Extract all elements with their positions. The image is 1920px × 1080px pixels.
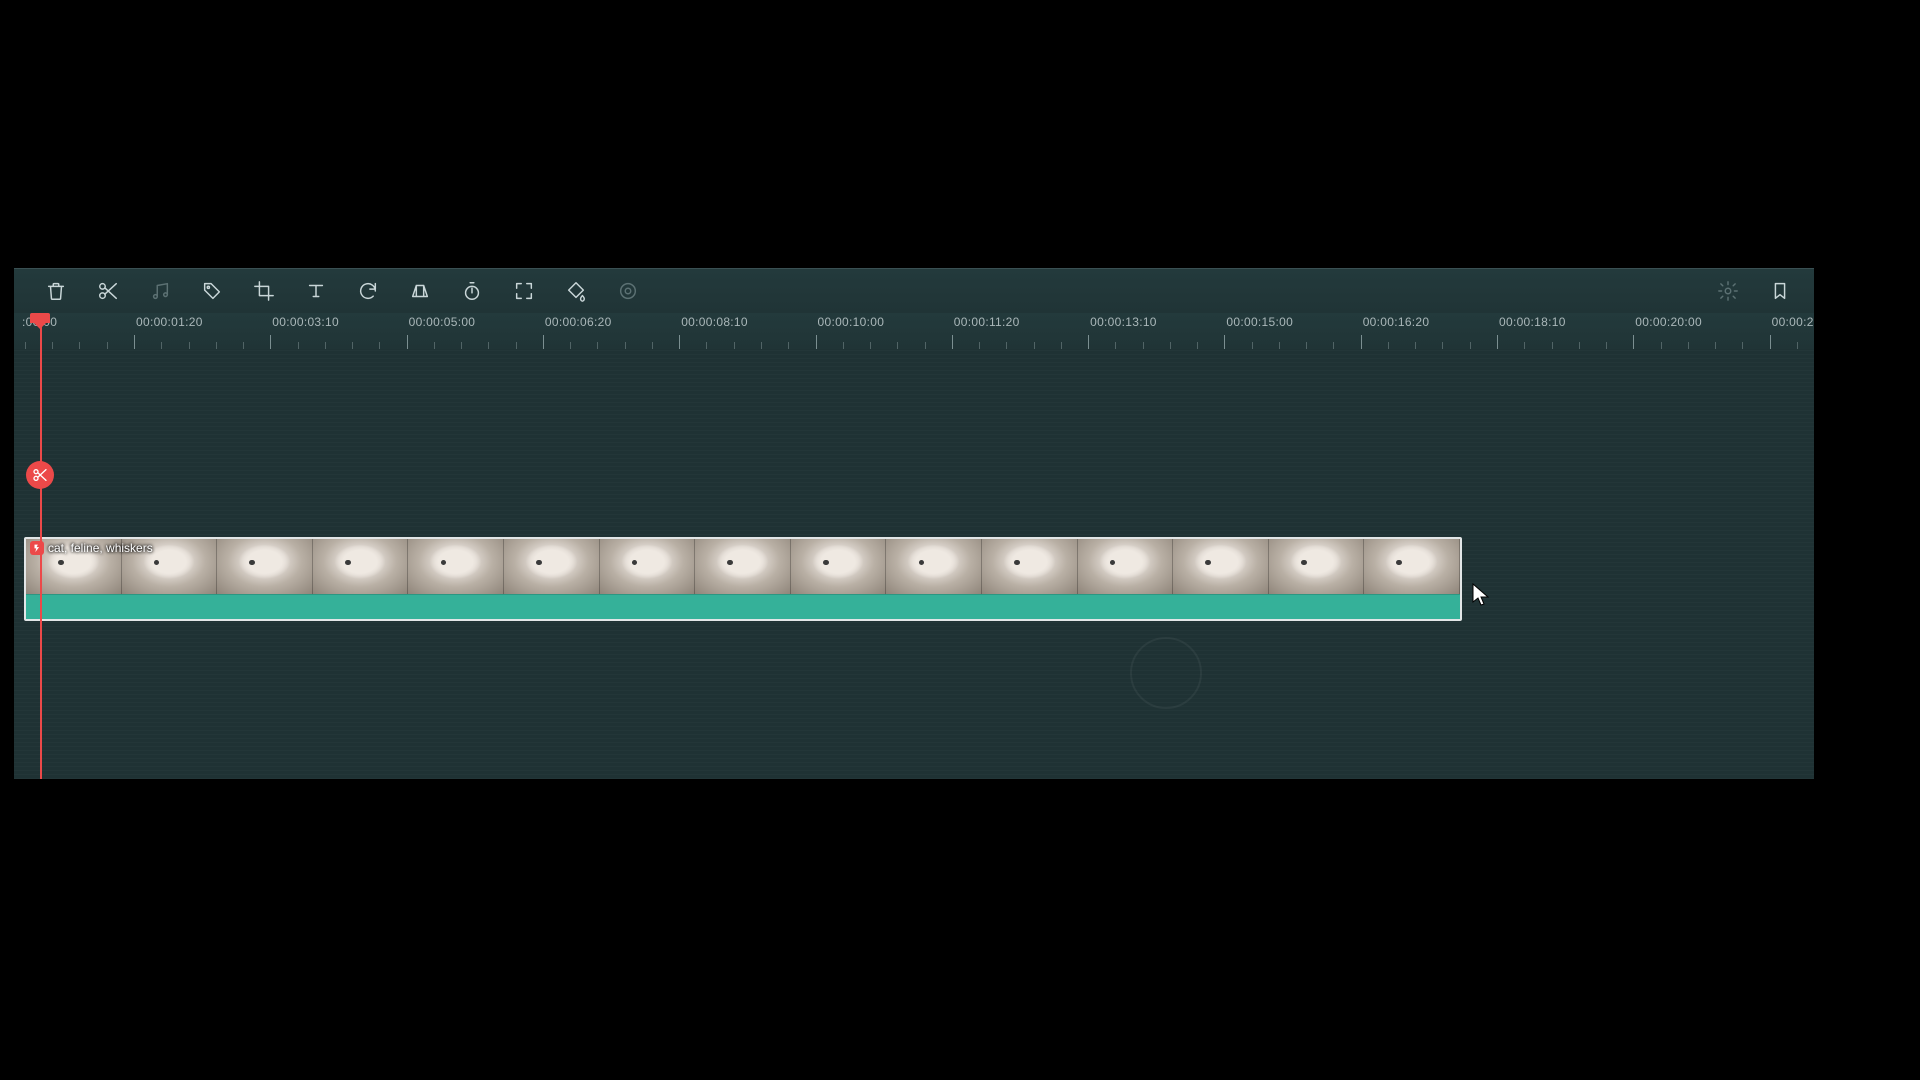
ruler-label: 00:00:15:00 <box>1224 313 1293 329</box>
razor-tool[interactable] <box>26 461 54 489</box>
ruler-mark: 00:00:03:10 <box>270 313 339 349</box>
ruler-mark: 00:00:06:20 <box>543 313 612 349</box>
clip-thumbnail <box>791 539 887 594</box>
clip-thumbnail <box>886 539 982 594</box>
ruler-mark: 00:00:21: <box>1770 313 1814 349</box>
ruler-label: 00:00:20:00 <box>1633 313 1702 329</box>
clip-audio-track <box>26 594 1460 619</box>
timeline-tracks[interactable]: cat, feline, whiskers <box>14 349 1814 779</box>
clip-thumbnail <box>1364 539 1460 594</box>
ruler-label: 00:00:13:10 <box>1088 313 1157 329</box>
clip-thumbnail <box>408 539 504 594</box>
playhead[interactable] <box>40 313 42 779</box>
ruler-mark: 00:00:10:00 <box>816 313 885 349</box>
ruler-label: 00:00:18:10 <box>1497 313 1566 329</box>
timeline-panel: :00:00 00:00:01:2000:00:03:1000:00:05:00… <box>14 268 1814 779</box>
scissors-icon[interactable] <box>96 279 120 303</box>
paint-bucket-icon[interactable] <box>564 279 588 303</box>
clip-thumbnail <box>504 539 600 594</box>
crop-icon[interactable] <box>252 279 276 303</box>
ruler-label: 00:00:01:20 <box>134 313 203 329</box>
playhead-head[interactable] <box>30 313 50 323</box>
ruler-mark: 00:00:11:20 <box>952 313 1020 349</box>
ripple-indicator <box>1130 637 1202 709</box>
ruler-mark: 00:00:18:10 <box>1497 313 1566 349</box>
clip-thumbnail <box>1269 539 1365 594</box>
clip-thumbnail <box>217 539 313 594</box>
ruler-mark: 00:00:20:00 <box>1633 313 1702 349</box>
ruler-label: 00:00:08:10 <box>679 313 748 329</box>
clip-thumbnails <box>26 539 1460 594</box>
stopwatch-icon[interactable] <box>460 279 484 303</box>
ruler-mark: 00:00:08:10 <box>679 313 748 349</box>
ruler-mark: 00:00:05:00 <box>407 313 476 349</box>
ruler-label: 00:00:03:10 <box>270 313 339 329</box>
clip-thumbnail <box>122 539 218 594</box>
ruler-label: 00:00:21: <box>1770 313 1814 329</box>
record-icon[interactable] <box>616 279 640 303</box>
rotate-icon[interactable] <box>356 279 380 303</box>
ruler-label: 00:00:05:00 <box>407 313 476 329</box>
perspective-icon[interactable] <box>408 279 432 303</box>
clip-thumbnail <box>600 539 696 594</box>
clip-thumbnail <box>695 539 791 594</box>
trash-icon[interactable] <box>44 279 68 303</box>
ruler-mark: 00:00:13:10 <box>1088 313 1157 349</box>
ruler-label: 00:00:11:20 <box>952 313 1020 329</box>
clip-thumbnail <box>1173 539 1269 594</box>
bookmark-icon[interactable] <box>1768 279 1792 303</box>
timeline-toolbar <box>14 269 1814 314</box>
ruler-label: 00:00:16:20 <box>1361 313 1430 329</box>
timeline-ruler[interactable]: :00:00 00:00:01:2000:00:03:1000:00:05:00… <box>14 313 1814 349</box>
ruler-mark: 00:00:01:20 <box>134 313 203 349</box>
video-clip[interactable]: cat, feline, whiskers <box>24 537 1462 621</box>
ruler-label: 00:00:10:00 <box>816 313 885 329</box>
text-icon[interactable] <box>304 279 328 303</box>
ruler-label: 00:00:06:20 <box>543 313 612 329</box>
tag-icon[interactable] <box>200 279 224 303</box>
ruler-mark: 00:00:16:20 <box>1361 313 1430 349</box>
ruler-mark: 00:00:15:00 <box>1224 313 1293 349</box>
music-icon[interactable] <box>148 279 172 303</box>
gear-icon[interactable] <box>1716 279 1740 303</box>
clip-thumbnail <box>982 539 1078 594</box>
clip-thumbnail <box>313 539 409 594</box>
clip-thumbnail <box>1078 539 1174 594</box>
fit-icon[interactable] <box>512 279 536 303</box>
